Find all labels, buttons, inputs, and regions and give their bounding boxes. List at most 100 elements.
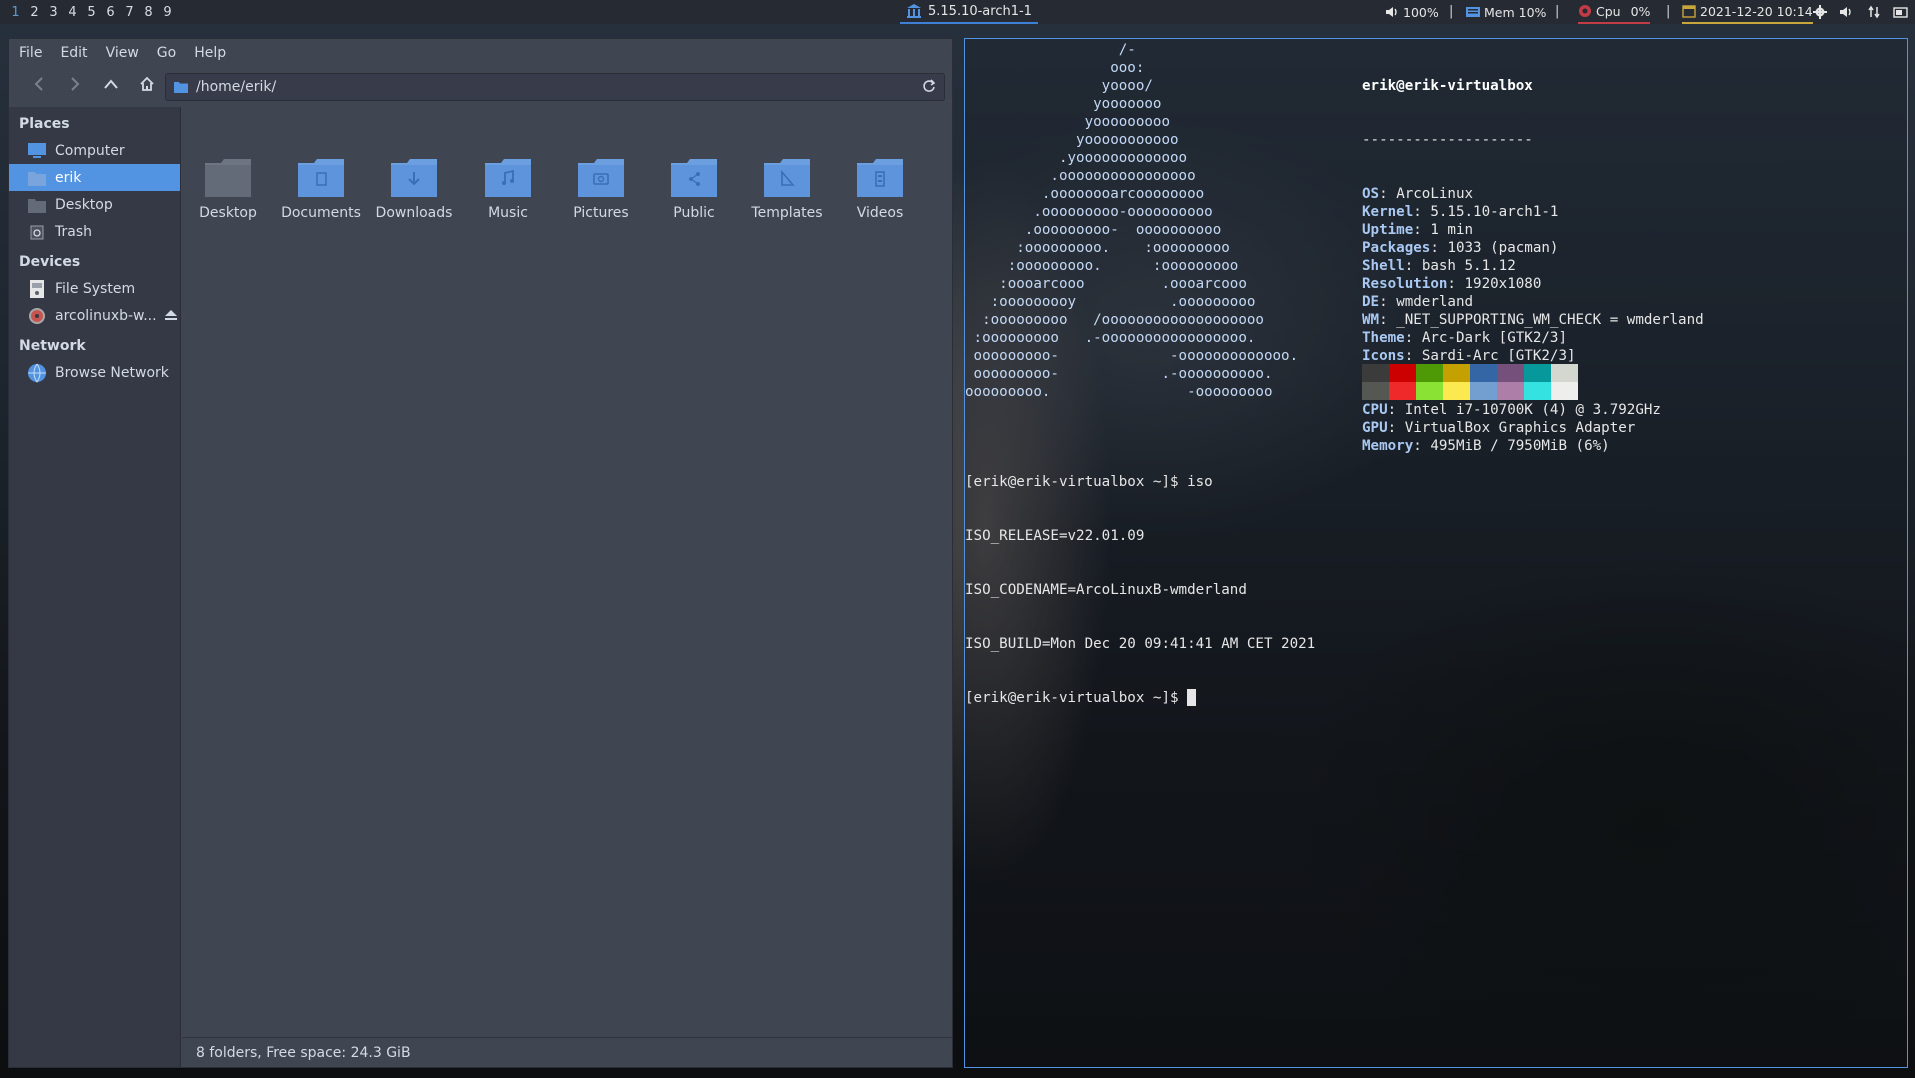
workspace-6[interactable]: 6 xyxy=(101,5,120,20)
workspace-1[interactable]: 1 xyxy=(6,5,25,20)
ascii-line: ooooooooo- -ooooooooooooo. xyxy=(965,348,1299,364)
info-value: Sardi-Arc [GTK2/3] xyxy=(1421,348,1576,364)
workspace-7[interactable]: 7 xyxy=(120,5,139,20)
templates-folder-icon xyxy=(764,159,810,197)
reload-icon[interactable] xyxy=(922,79,936,97)
shell-output: [erik@erik-virtualbox ~]$ iso ISO_RELEAS… xyxy=(965,437,1315,743)
location-path: /home/erik/ xyxy=(196,79,277,95)
forward-button[interactable] xyxy=(57,69,93,99)
location-bar[interactable]: /home/erik/ xyxy=(165,73,945,101)
color-swatch xyxy=(1389,382,1416,400)
info-value: Intel i7-10700K (4) @ 3.792GHz xyxy=(1404,402,1661,418)
info-value: ArcoLinux xyxy=(1396,186,1474,202)
menu-view[interactable]: View xyxy=(106,45,139,61)
status-text: 8 folders, Free space: 24.3 GiB xyxy=(196,1044,411,1061)
folder-view: Desktop Documents Downloads Music Pictur… xyxy=(182,107,952,1027)
folder-item-documents[interactable]: Documents xyxy=(275,159,367,249)
shell-prompt: [erik@erik-virtualbox ~]$ xyxy=(965,690,1188,706)
ascii-line: /- xyxy=(965,42,1136,58)
info-key: Kernel xyxy=(1362,204,1414,220)
color-swatch xyxy=(1416,382,1443,400)
sidebar-item-label: Browse Network xyxy=(55,364,169,381)
clock-indicator[interactable]: 2021-12-20 10:14 xyxy=(1682,0,1813,24)
music-folder-icon xyxy=(485,159,531,197)
folder-label: Downloads xyxy=(375,205,453,221)
info-colon: : xyxy=(1413,204,1431,220)
up-button[interactable] xyxy=(93,69,129,99)
shell-line: ISO_RELEASE=v22.01.09 xyxy=(965,528,1145,544)
workspace-9[interactable]: 9 xyxy=(158,5,177,20)
info-row: OS: ArcoLinux xyxy=(1362,185,1704,203)
terminal-window[interactable]: /- ooo: yoooo/ yooooooo yooooooooo yoooo… xyxy=(964,38,1908,1068)
cpu-value: 0% xyxy=(1630,3,1651,19)
sidebar-item-arcolinux[interactable]: arcolinuxb-w... xyxy=(9,302,180,329)
sidebar-item-trash[interactable]: Trash xyxy=(9,218,180,245)
workspace-4[interactable]: 4 xyxy=(63,5,82,20)
folder-label: Templates xyxy=(751,205,823,221)
info-row: Kernel: 5.15.10-arch1-1 xyxy=(1362,203,1704,221)
sidebar-item-label: arcolinuxb-w... xyxy=(55,307,157,324)
folder-item-downloads[interactable]: Downloads xyxy=(368,159,460,249)
workspace-8[interactable]: 8 xyxy=(139,5,158,20)
back-button[interactable] xyxy=(21,69,57,99)
eject-icon[interactable] xyxy=(164,308,178,326)
sidebar-item-label: Desktop xyxy=(55,196,113,213)
memory-value: Mem 10% xyxy=(1484,4,1547,20)
info-row: Uptime: 1 min xyxy=(1362,221,1704,239)
info-key: DE xyxy=(1362,294,1380,310)
window-title-text: 5.15.10-arch1-1 xyxy=(928,3,1032,19)
arch-bank-icon xyxy=(907,4,921,18)
menu-edit[interactable]: Edit xyxy=(60,45,87,61)
sidebar-item-label: erik xyxy=(55,169,82,186)
network-icon[interactable] xyxy=(1866,4,1882,20)
folder-item-pictures[interactable]: Pictures xyxy=(555,159,647,249)
shell-prompt-line[interactable]: [erik@erik-virtualbox ~]$ xyxy=(965,689,1315,707)
info-colon: : xyxy=(1413,438,1431,454)
volume-indicator[interactable]: 100% xyxy=(1385,0,1439,24)
ascii-line: ooooooooo- .-oooooooooo. xyxy=(965,366,1273,382)
speaker-icon[interactable] xyxy=(1838,4,1854,20)
info-value: 1033 (pacman) xyxy=(1447,240,1559,256)
info-colon: : xyxy=(1404,348,1422,364)
folder-item-videos[interactable]: Videos xyxy=(834,159,926,249)
home-button[interactable] xyxy=(129,69,165,99)
workspace-5[interactable]: 5 xyxy=(82,5,101,20)
sidebar-item-filesystem[interactable]: File System xyxy=(9,275,180,302)
folder-item-music[interactable]: Music xyxy=(462,159,554,249)
folder-item-desktop[interactable]: Desktop xyxy=(182,159,274,249)
info-row: Resolution: 1920x1080 xyxy=(1362,275,1704,293)
info-value: bash 5.1.12 xyxy=(1421,258,1516,274)
color-swatch xyxy=(1551,382,1578,400)
gear-icon[interactable] xyxy=(1812,4,1828,20)
info-row: Icons: Sardi-Arc [GTK2/3] xyxy=(1362,347,1704,365)
network-header: Network xyxy=(19,338,86,354)
terminal-cursor xyxy=(1187,689,1197,706)
cpu-indicator[interactable]: Cpu 0% xyxy=(1578,0,1651,24)
workspace-2[interactable]: 2 xyxy=(25,5,44,20)
ascii-line: yooooooo xyxy=(965,96,1162,112)
folder-item-templates[interactable]: Templates xyxy=(741,159,833,249)
folder-item-public[interactable]: Public xyxy=(648,159,740,249)
top-panel: 1 2 3 4 5 6 7 8 9 5.15.10-arch1-1 100% | xyxy=(0,0,1915,24)
memory-indicator[interactable]: Mem 10% xyxy=(1466,0,1546,24)
chevron-left-icon xyxy=(34,77,43,91)
folder-label: Videos xyxy=(856,205,904,221)
active-window-title[interactable]: 5.15.10-arch1-1 xyxy=(900,0,1038,24)
workspace-3[interactable]: 3 xyxy=(44,5,63,20)
menu-go[interactable]: Go xyxy=(157,45,176,61)
sidebar-item-desktop[interactable]: Desktop xyxy=(9,191,180,218)
arcolinux-ascii-logo: /- ooo: yoooo/ yooooooo yooooooooo yoooo… xyxy=(965,41,1298,401)
color-swatch xyxy=(1551,364,1578,382)
info-divider: -------------------- xyxy=(1362,132,1533,148)
speaker-icon xyxy=(1386,7,1397,17)
menu-help[interactable]: Help xyxy=(194,45,226,61)
sidebar-item-erik[interactable]: erik xyxy=(9,164,180,191)
sidebar-item-browse-network[interactable]: Browse Network xyxy=(9,359,180,386)
info-key: Theme xyxy=(1362,330,1405,346)
menu-file[interactable]: File xyxy=(19,45,42,61)
folder-icon xyxy=(174,82,188,93)
info-key: Uptime xyxy=(1362,222,1414,238)
battery-icon[interactable] xyxy=(1893,4,1909,20)
sidebar-item-computer[interactable]: Computer xyxy=(9,137,180,164)
shell-line: ISO_BUILD=Mon Dec 20 09:41:41 AM CET 202… xyxy=(965,636,1316,652)
